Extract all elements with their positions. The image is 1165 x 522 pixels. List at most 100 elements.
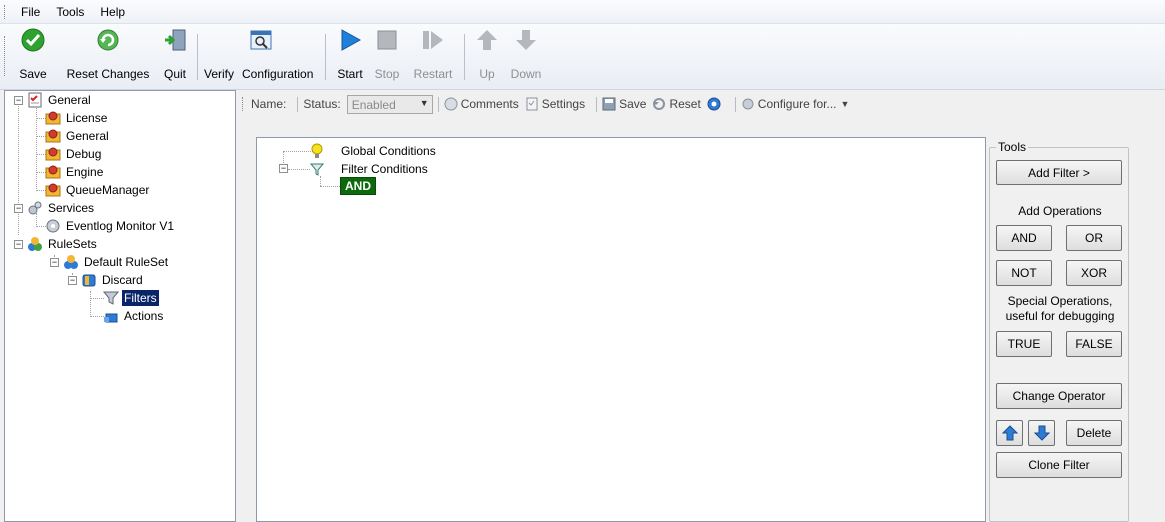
filter-conditions-tree[interactable]: − Global Conditions Filter Conditions AN… [256, 137, 986, 522]
name-label: Name: [251, 97, 287, 111]
collapse-toggle[interactable]: − [14, 96, 23, 105]
toolbar-separator [437, 96, 439, 112]
tree-item-rulesets[interactable]: RuleSets [27, 235, 99, 253]
tree-item-filters[interactable]: Filters [103, 289, 159, 307]
collapse-toggle[interactable]: − [279, 164, 288, 173]
tree-line [288, 169, 310, 170]
quit-button[interactable]: Quit [158, 28, 192, 84]
arrow-down-icon [1033, 425, 1050, 441]
filter-funnel-icon [309, 163, 325, 176]
change-operator-button[interactable]: Change Operator [996, 383, 1122, 409]
global-conditions-node[interactable]: Global Conditions [309, 142, 438, 160]
settings-box-icon [45, 183, 61, 197]
reset-icon [653, 98, 666, 110]
collapse-toggle[interactable]: − [50, 258, 59, 267]
comments-button[interactable]: Comments [444, 97, 519, 111]
toolbar-grip [4, 36, 7, 76]
status-dropdown[interactable]: Enabled ▼ [346, 94, 433, 114]
configure-for-dropdown[interactable]: Configure for... ▼ [741, 97, 849, 111]
lightbulb-icon [311, 143, 323, 158]
tree-item-services[interactable]: Services [27, 199, 96, 217]
verify-configuration-button[interactable]: Verify Configuration [200, 28, 320, 84]
menu-file[interactable]: File [13, 2, 48, 22]
arrow-up-icon [477, 30, 497, 50]
collapse-toggle[interactable]: − [14, 240, 23, 249]
add-or-button[interactable]: OR [1066, 225, 1122, 251]
add-true-button[interactable]: TRUE [996, 331, 1052, 357]
tree-line [90, 291, 91, 317]
and-operator-node[interactable]: AND [340, 177, 376, 195]
move-down-button[interactable] [1028, 420, 1055, 446]
add-filter-button[interactable]: Add Filter > [996, 160, 1122, 185]
ruleset-icon [28, 237, 42, 251]
menu-help[interactable]: Help [92, 2, 133, 22]
restart-button[interactable]: Restart [408, 28, 458, 84]
add-xor-button[interactable]: XOR [1066, 260, 1122, 286]
toolbar-separator [197, 34, 198, 80]
tree-item-general-settings[interactable]: General [45, 127, 111, 145]
add-false-button[interactable]: FALSE [1066, 331, 1122, 357]
help-button[interactable] [707, 97, 724, 111]
configure-icon [742, 98, 754, 110]
comments-icon [444, 97, 458, 111]
collapse-toggle[interactable]: − [68, 276, 77, 285]
down-button[interactable]: Down [506, 28, 546, 84]
up-button[interactable]: Up [472, 28, 502, 84]
check-icon [21, 28, 45, 52]
tree-item-general[interactable]: General [27, 91, 93, 109]
save-button[interactable]: Save [12, 28, 54, 84]
filter-conditions-node[interactable]: Filter Conditions [309, 160, 430, 178]
settings-button[interactable]: Settings [525, 97, 585, 111]
floppy-disk-icon [602, 97, 616, 111]
tree-item-discard[interactable]: Discard [81, 271, 145, 289]
move-up-button[interactable] [996, 420, 1023, 446]
gear-icon [46, 219, 60, 233]
add-not-button[interactable]: NOT [996, 260, 1052, 286]
filter-toolbar: Name: Status: Enabled ▼ Comments Setting… [242, 92, 962, 116]
special-operations-hint: useful for debugging [1005, 309, 1115, 323]
stop-button[interactable]: Stop [370, 28, 404, 84]
exit-door-icon [165, 29, 186, 51]
toolbar-separator [596, 96, 598, 112]
tools-legend: Tools [996, 140, 1029, 154]
tree-item-queuemanager[interactable]: QueueManager [45, 181, 151, 199]
tree-item-license[interactable]: License [45, 109, 109, 127]
settings-box-icon [45, 129, 61, 143]
collapse-toggle[interactable]: − [14, 204, 23, 213]
ruleset-icon [64, 255, 78, 269]
tree-item-engine[interactable]: Engine [45, 163, 105, 181]
add-and-button[interactable]: AND [996, 225, 1052, 251]
tree-item-eventlog-monitor[interactable]: Eventlog Monitor V1 [45, 217, 176, 235]
arrow-up-icon [1001, 425, 1018, 441]
checklist-icon [28, 92, 42, 108]
start-button[interactable]: Start [332, 28, 368, 84]
settings-box-icon [45, 165, 61, 179]
clone-filter-button[interactable]: Clone Filter [996, 452, 1122, 478]
restart-icon [423, 31, 443, 49]
tree-item-actions[interactable]: Actions [103, 307, 165, 325]
menu-tools[interactable]: Tools [48, 2, 92, 22]
stop-icon [377, 30, 397, 50]
refresh-icon [97, 29, 119, 51]
settings-doc-icon [526, 97, 538, 111]
tree-item-default-ruleset[interactable]: Default RuleSet [63, 253, 170, 271]
filter-save-button[interactable]: Save [602, 97, 646, 111]
menu-grip [4, 4, 7, 19]
tree-line [320, 186, 340, 187]
menu-bar: File Tools Help [0, 0, 1165, 24]
magnifier-window-icon [250, 30, 272, 50]
delete-button[interactable]: Delete [1066, 420, 1122, 446]
help-icon [707, 97, 721, 111]
play-icon [341, 29, 362, 51]
toolbar-separator [297, 96, 299, 112]
tree-item-debug[interactable]: Debug [45, 145, 103, 163]
actions-icon [104, 313, 118, 323]
gears-icon [28, 201, 42, 215]
configuration-tree[interactable]: − General License General Debug Engine Q… [4, 90, 236, 522]
reset-changes-button[interactable]: Reset Changes [60, 28, 156, 84]
tree-line [36, 103, 37, 191]
toolbar-grip [242, 97, 245, 111]
toolbar-separator [734, 96, 736, 112]
chevron-down-icon: ▼ [419, 97, 429, 108]
filter-reset-button[interactable]: Reset [652, 97, 701, 111]
